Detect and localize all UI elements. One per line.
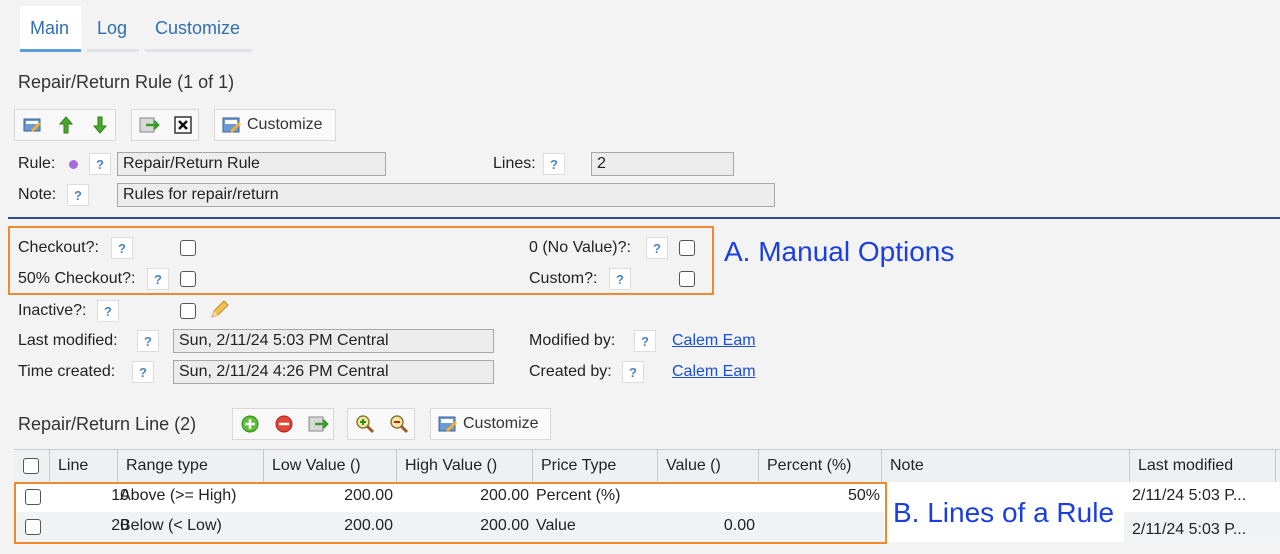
last-modified-help-icon[interactable]: ? (137, 330, 159, 352)
column-header-value[interactable]: Value () (657, 450, 758, 482)
lines-label: Lines: (493, 155, 536, 172)
rule-help-icon[interactable]: ? (89, 153, 111, 175)
cell-last-modified: 2/11/24 5:03 P... (1132, 521, 1247, 538)
refresh-lines-button[interactable] (303, 409, 333, 439)
close-icon (174, 116, 192, 134)
rule-field[interactable]: Repair/Return Rule (117, 152, 386, 176)
tab-customize[interactable]: Customize (145, 6, 252, 52)
refresh-icon (139, 117, 160, 133)
custom-checkbox[interactable] (679, 271, 695, 287)
select-all-checkbox[interactable] (23, 458, 39, 474)
column-header-note[interactable]: Note (881, 450, 1129, 482)
arrow-down-icon (92, 116, 108, 134)
section-divider (8, 217, 1280, 219)
edit-button[interactable] (17, 110, 47, 140)
modified-by-help-icon[interactable]: ? (634, 330, 656, 352)
checkout-label: Checkout?: (18, 239, 99, 256)
time-created-help-icon[interactable]: ? (132, 361, 154, 383)
manual-options-annotation: A. Manual Options (724, 236, 955, 267)
time-created-label: Time created: (18, 363, 116, 380)
arrow-up-icon (58, 116, 74, 134)
last-modified-field: Sun, 2/11/24 5:03 PM Central (173, 329, 494, 353)
tab-bar: Main Log Customize (0, 0, 1280, 55)
modified-by-label: Modified by: (529, 332, 616, 349)
required-dot-icon (69, 160, 78, 169)
checkout-50-label: 50% Checkout?: (18, 270, 136, 287)
rule-label: Rule: (18, 155, 56, 172)
close-button[interactable] (168, 110, 198, 140)
refresh-icon (308, 416, 329, 432)
pencil-icon (211, 300, 229, 318)
toolbar-group-actions (131, 109, 199, 141)
customize-button-label: Customize (247, 116, 323, 133)
custom-label: Custom?: (529, 270, 598, 287)
customize-icon (438, 416, 457, 432)
lines-customize-button[interactable]: Customize (430, 408, 551, 440)
edit-icon (23, 118, 41, 132)
inactive-checkbox[interactable] (180, 303, 196, 319)
no-value-checkbox[interactable] (679, 240, 695, 256)
lines-field: 2 (591, 152, 734, 176)
tab-main[interactable]: Main (20, 6, 81, 52)
created-by-label: Created by: (529, 363, 612, 380)
note-label: Note: (18, 186, 57, 203)
pencil-button[interactable] (208, 299, 230, 326)
zoom-in-button[interactable] (350, 409, 380, 439)
inactive-label: Inactive?: (18, 302, 87, 319)
column-header-price-type[interactable]: Price Type (532, 450, 657, 482)
lines-section-title: Repair/Return Line (2) (18, 414, 197, 434)
custom-help-icon[interactable]: ? (609, 268, 631, 290)
customize-icon (222, 117, 241, 133)
refresh-button[interactable] (134, 110, 164, 140)
remove-icon (275, 415, 293, 433)
zoom-in-icon (356, 415, 375, 434)
created-by-help-icon[interactable]: ? (622, 361, 644, 383)
tab-log[interactable]: Log (87, 6, 139, 52)
select-all-cell (14, 450, 49, 482)
checkout-50-help-icon[interactable]: ? (147, 268, 169, 290)
created-by-link[interactable]: Calem Eam (672, 363, 756, 381)
page-title: Repair/Return Rule (1 of 1) (18, 72, 235, 92)
toolbar-group-edit (14, 109, 116, 141)
zoom-out-button[interactable] (384, 409, 414, 439)
column-header-percent[interactable]: Percent (%) (758, 450, 881, 482)
lines-annotation: B. Lines of a Rule (893, 497, 1115, 528)
lines-toolbar-group (232, 408, 334, 440)
zoom-out-icon (390, 415, 409, 434)
add-icon (241, 415, 259, 433)
move-up-button[interactable] (51, 110, 81, 140)
no-value-label: 0 (No Value)?: (529, 239, 631, 256)
grid-header: Line Range type Low Value () High Value … (14, 449, 1280, 483)
lines-callout (14, 482, 887, 544)
modified-by-link[interactable]: Calem Eam (672, 332, 756, 350)
customize-button[interactable]: Customize (214, 109, 336, 141)
add-line-button[interactable] (235, 409, 265, 439)
column-header-low-value[interactable]: Low Value () (263, 450, 396, 482)
inactive-help-icon[interactable]: ? (97, 300, 119, 322)
column-header-spacer (1275, 450, 1280, 482)
checkout-help-icon[interactable]: ? (111, 237, 133, 259)
checkout-50-checkbox[interactable] (180, 271, 196, 287)
checkout-checkbox[interactable] (180, 240, 196, 256)
column-header-last-modified[interactable]: Last modified (1129, 450, 1275, 482)
no-value-help-icon[interactable]: ? (646, 237, 668, 259)
time-created-field: Sun, 2/11/24 4:26 PM Central (173, 360, 494, 384)
note-field[interactable]: Rules for repair/return (117, 183, 775, 207)
column-header-line[interactable]: Line (49, 450, 117, 482)
cell-last-modified: 2/11/24 5:03 P... (1132, 487, 1247, 504)
note-help-icon[interactable]: ? (67, 184, 89, 206)
remove-line-button[interactable] (269, 409, 299, 439)
column-header-high-value[interactable]: High Value () (396, 450, 532, 482)
lines-help-icon[interactable]: ? (543, 153, 565, 175)
move-down-button[interactable] (85, 110, 115, 140)
last-modified-label: Last modified: (18, 332, 118, 349)
zoom-toolbar-group (347, 408, 415, 440)
lines-customize-label: Customize (463, 415, 539, 432)
column-header-range-type[interactable]: Range type (117, 450, 263, 482)
